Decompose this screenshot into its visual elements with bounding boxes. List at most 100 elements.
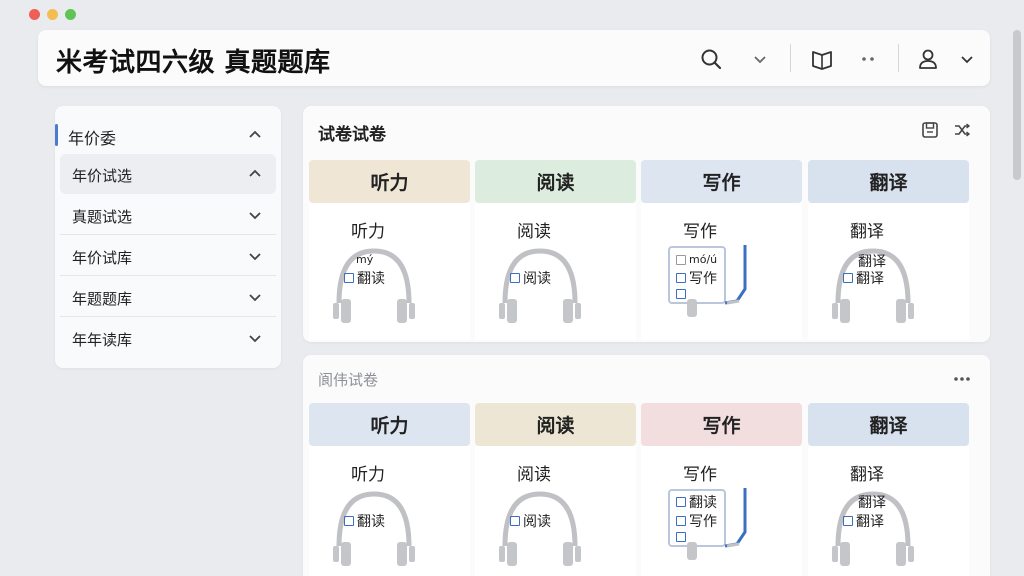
sidebar-item-0[interactable]: 年价试选 — [60, 154, 276, 194]
section-card-writing[interactable]: 写作 写作 mó/ú 写作 — [641, 160, 802, 340]
option-label: 阅读 — [523, 271, 551, 287]
chevron-down-icon[interactable] — [247, 248, 263, 264]
sidebar-item-label: 年价试库 — [72, 249, 133, 267]
card-subtitle: 听力 — [351, 465, 385, 485]
card-body: 写作 mó/ú 写作 — [641, 203, 802, 340]
option-item[interactable]: 写作 — [676, 268, 717, 288]
option-label: 写作 — [689, 514, 717, 530]
active-indicator — [55, 124, 58, 146]
option-item[interactable]: 翻译 — [843, 268, 884, 288]
checkbox-icon[interactable] — [510, 516, 520, 526]
app-header: 米考试四六级 真题题库 — [38, 30, 990, 86]
section-card-translation[interactable]: 翻译 翻译 翻译 翻译 — [808, 160, 969, 340]
shuffle-icon[interactable] — [952, 120, 972, 140]
option-label: 翻译 — [856, 271, 884, 287]
sidebar-item-label: 年价试选 — [72, 167, 133, 185]
chevron-down-icon[interactable] — [954, 46, 980, 72]
option-label: 翻译 — [858, 495, 886, 511]
option-item[interactable] — [676, 532, 689, 542]
option-label: mý — [356, 253, 374, 266]
sidebar-item-1[interactable]: 真题试选 — [60, 195, 276, 235]
card-subtitle: 翻译 — [850, 465, 884, 485]
chevron-down-icon[interactable] — [247, 330, 263, 346]
checkbox-icon[interactable] — [676, 273, 686, 283]
checkbox-icon[interactable] — [676, 254, 686, 265]
section-card-listening[interactable]: 听力 听力 mý 翻读 — [309, 160, 470, 340]
scrollbar-thumb[interactable] — [1013, 30, 1021, 180]
card-header[interactable]: 阅读 — [475, 403, 636, 446]
more-dots-icon[interactable] — [952, 369, 972, 389]
card-subtitle: 阅读 — [517, 222, 551, 242]
option-item[interactable]: 阅读 — [510, 268, 551, 288]
user-icon[interactable] — [915, 46, 941, 72]
sidebar-item-4[interactable]: 年年读库 — [60, 318, 276, 358]
card-body: 翻译 翻译 翻译 — [808, 203, 969, 340]
card-subtitle: 听力 — [351, 222, 385, 242]
section-card-translation[interactable]: 翻译 翻译 翻译 翻译 — [808, 403, 969, 576]
save-icon[interactable] — [920, 120, 940, 140]
option-item[interactable]: 翻译 — [858, 492, 886, 512]
card-header[interactable]: 翻译 — [808, 160, 969, 203]
card-header[interactable]: 写作 — [641, 160, 802, 203]
checkbox-icon[interactable] — [510, 273, 520, 283]
sidebar: 年价委 年价试选 真题试选 年价试库 年题题库 年年读库 — [55, 106, 281, 368]
window-controls — [29, 9, 76, 20]
close-window-button[interactable] — [29, 9, 40, 20]
exam-panel-2: 阆伟试卷 听力 听力 翻读 阅读 阅读 阅读 写作 写作 翻读 写作 翻译 翻译… — [303, 355, 990, 576]
card-subtitle: 写作 — [683, 465, 717, 485]
section-card-listening[interactable]: 听力 听力 翻读 — [309, 403, 470, 576]
checkbox-icon[interactable] — [676, 532, 686, 542]
panel-title: 阆伟试卷 — [318, 371, 379, 389]
card-body: 阅读 阅读 — [475, 446, 636, 576]
sidebar-item-label: 年题题库 — [72, 290, 133, 308]
checkbox-icon[interactable] — [344, 516, 354, 526]
checkbox-icon[interactable] — [676, 497, 686, 507]
book-icon[interactable] — [809, 46, 835, 72]
more-dots-icon[interactable] — [855, 46, 881, 72]
option-item[interactable] — [676, 289, 689, 299]
option-item[interactable]: 写作 — [676, 511, 717, 531]
chevron-down-icon[interactable] — [747, 46, 773, 72]
checkbox-icon[interactable] — [843, 516, 853, 526]
checkbox-icon[interactable] — [843, 273, 853, 283]
chevron-up-icon[interactable] — [247, 127, 263, 143]
option-label: 翻读 — [357, 271, 385, 287]
sidebar-heading[interactable]: 年价委 — [55, 116, 281, 152]
card-body: 翻译 翻译 翻译 — [808, 446, 969, 576]
sidebar-item-2[interactable]: 年价试库 — [60, 236, 276, 276]
panel-title: 试卷试卷 — [318, 125, 386, 145]
sidebar-item-3[interactable]: 年题题库 — [60, 277, 276, 317]
card-body: 阅读 阅读 — [475, 203, 636, 340]
option-item[interactable]: 翻读 — [344, 268, 385, 288]
section-card-reading[interactable]: 阅读 阅读 阅读 — [475, 403, 636, 576]
chevron-up-icon[interactable] — [247, 166, 263, 182]
card-subtitle: 写作 — [683, 222, 717, 242]
option-item[interactable]: 翻译 — [843, 511, 884, 531]
option-item[interactable]: mý — [356, 253, 373, 266]
option-item[interactable]: 翻读 — [676, 492, 717, 512]
card-header[interactable]: 听力 — [309, 403, 470, 446]
card-body: 听力 mý 翻读 — [309, 203, 470, 340]
chevron-down-icon[interactable] — [247, 289, 263, 305]
card-header[interactable]: 听力 — [309, 160, 470, 203]
card-header[interactable]: 翻译 — [808, 403, 969, 446]
checkbox-icon[interactable] — [676, 516, 686, 526]
option-item[interactable]: mó/ú — [676, 253, 717, 266]
maximize-window-button[interactable] — [65, 9, 76, 20]
option-item[interactable]: 翻读 — [344, 511, 385, 531]
chevron-down-icon[interactable] — [247, 207, 263, 223]
option-label: 翻读 — [357, 514, 385, 530]
checkbox-icon[interactable] — [344, 273, 354, 283]
card-header[interactable]: 阅读 — [475, 160, 636, 203]
card-subtitle: 阅读 — [517, 465, 551, 485]
header-divider — [898, 44, 899, 72]
search-icon[interactable] — [698, 46, 724, 72]
section-card-writing[interactable]: 写作 写作 翻读 写作 — [641, 403, 802, 576]
option-item[interactable]: 阅读 — [510, 511, 551, 531]
checkbox-icon[interactable] — [676, 289, 686, 299]
option-label: 阅读 — [523, 514, 551, 530]
minimize-window-button[interactable] — [47, 9, 58, 20]
card-subtitle: 翻译 — [850, 222, 884, 242]
section-card-reading[interactable]: 阅读 阅读 阅读 — [475, 160, 636, 340]
card-header[interactable]: 写作 — [641, 403, 802, 446]
